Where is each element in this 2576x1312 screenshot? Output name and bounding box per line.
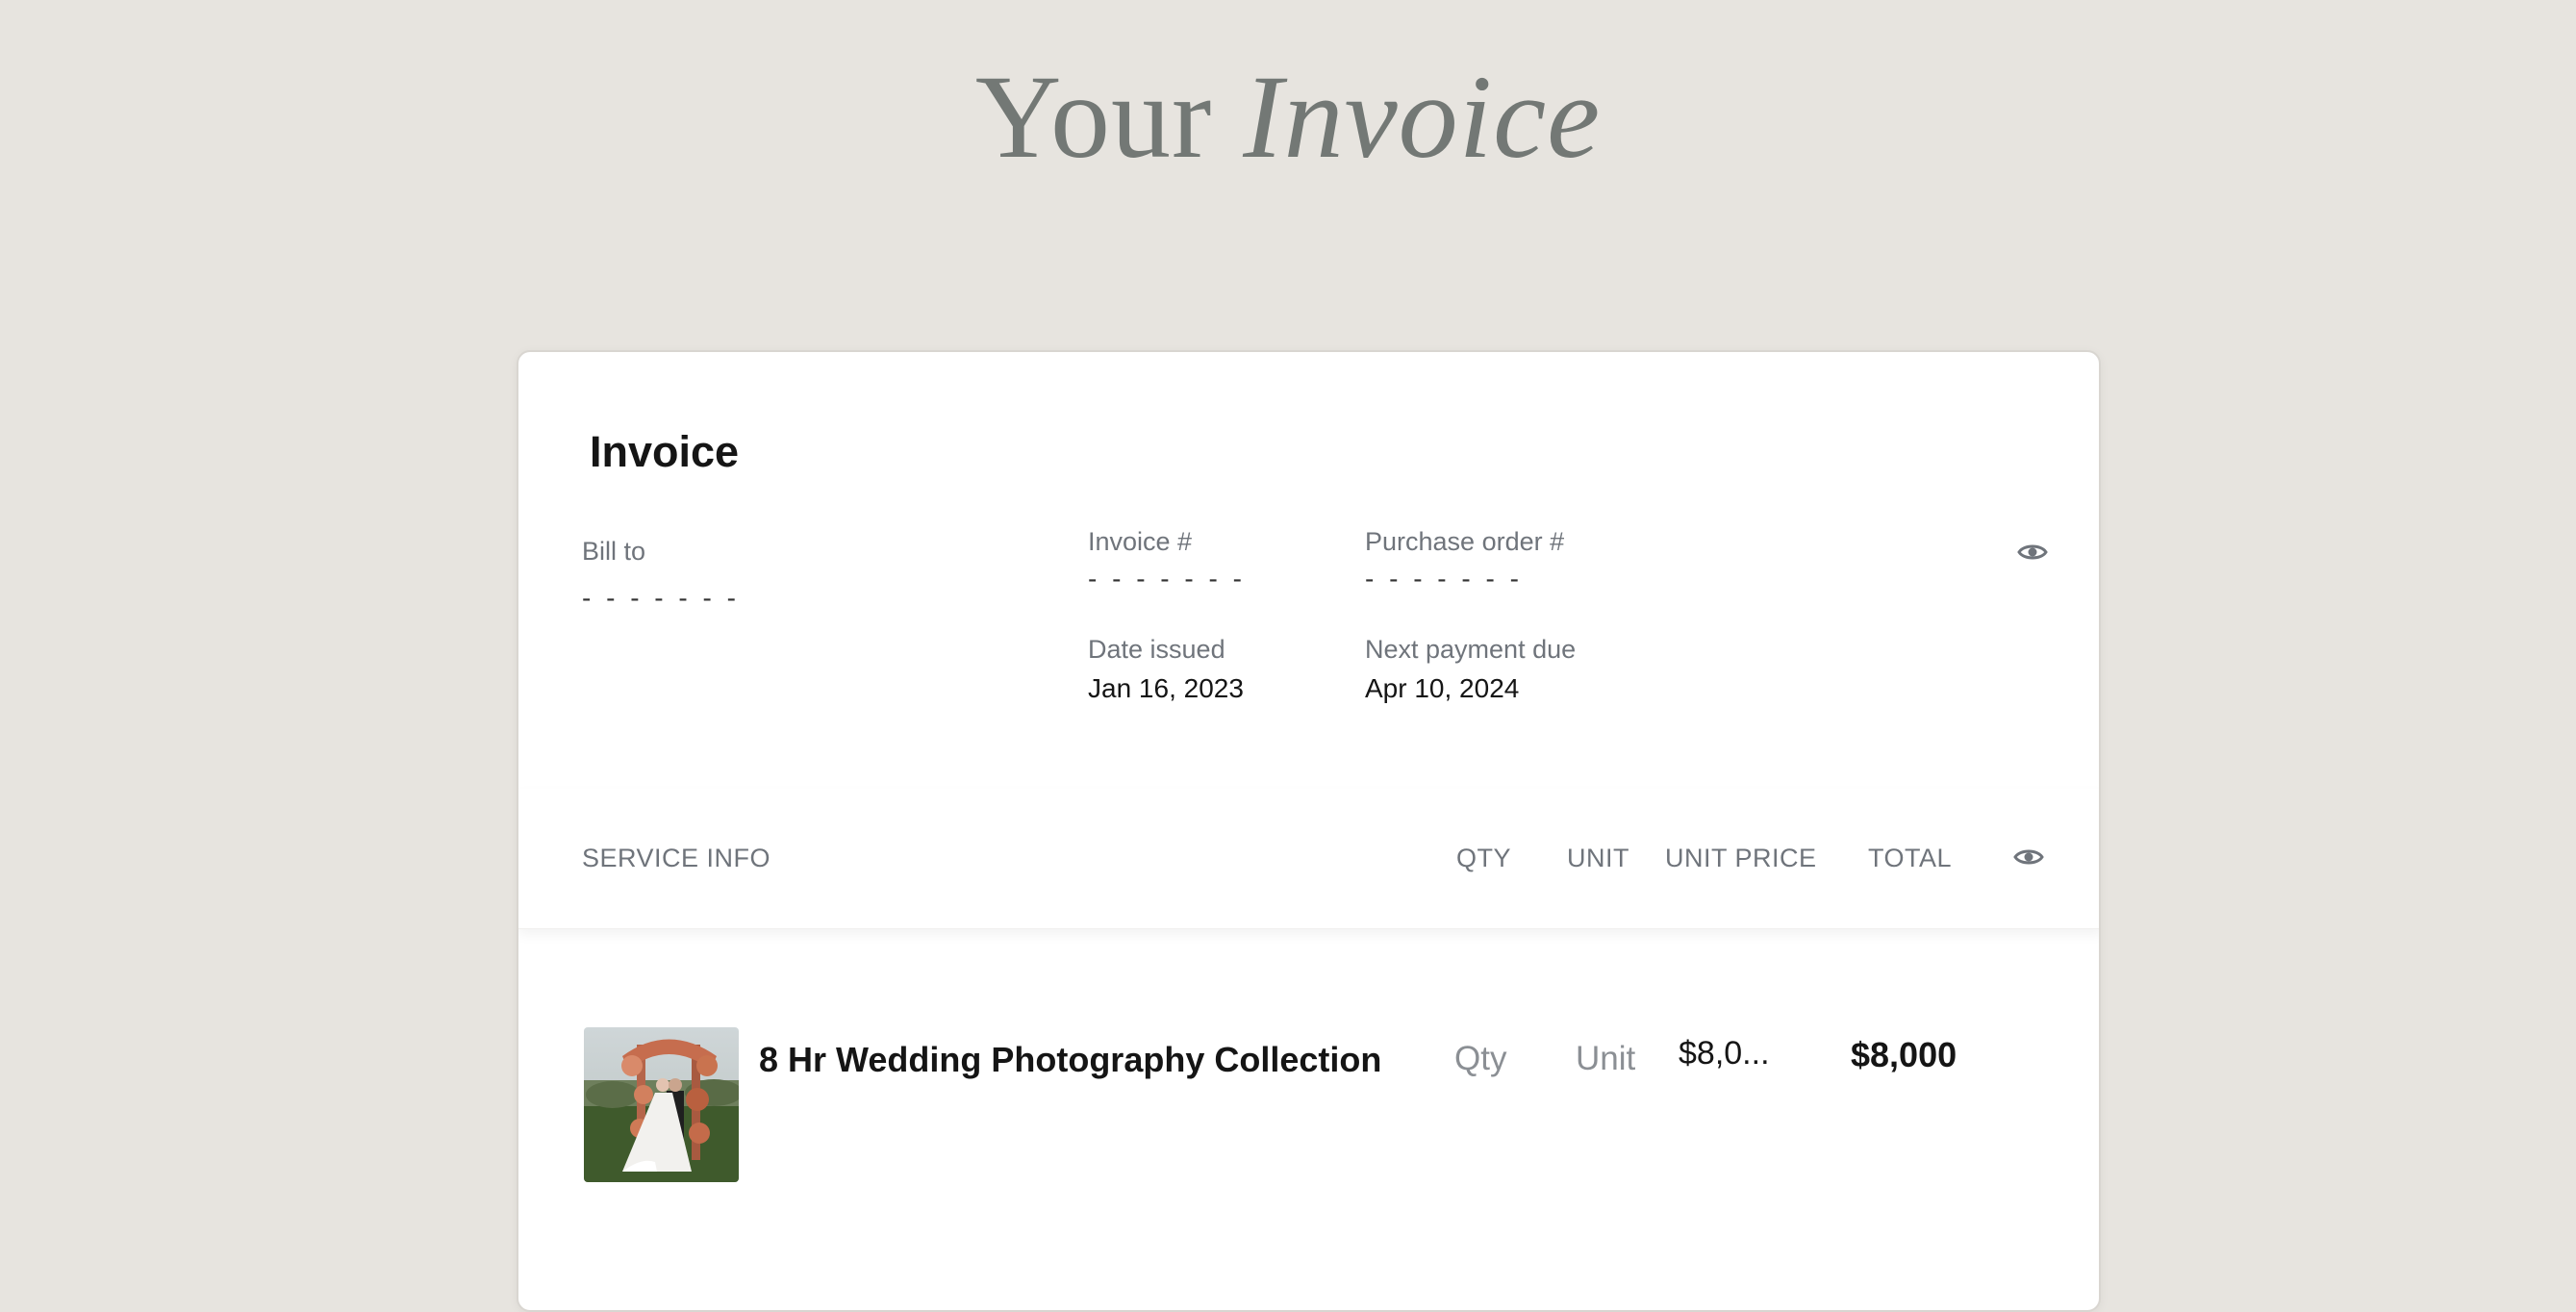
bill-to-value[interactable]: - - - - - - - <box>582 583 740 614</box>
column-service-info: SERVICE INFO <box>582 844 771 872</box>
invoice-card: Invoice Bill to - - - - - - - Invoice # … <box>517 350 2101 1312</box>
page-title-italic: Invoice <box>1243 51 1602 183</box>
service-thumbnail <box>584 1027 739 1182</box>
next-payment-value: Apr 10, 2024 <box>1365 673 1520 703</box>
column-unit-price: UNIT PRICE <box>1665 844 1817 872</box>
unit-price-input[interactable]: $8,0... <box>1679 1035 1770 1072</box>
table-header: SERVICE INFO QTY UNIT UNIT PRICE TOTAL <box>518 789 2099 929</box>
date-issued-value: Jan 16, 2023 <box>1088 673 1244 703</box>
purchase-order-value[interactable]: - - - - - - - <box>1365 564 1523 594</box>
invoice-heading: Invoice <box>590 427 740 476</box>
date-issued-label: Date issued <box>1088 635 1225 664</box>
column-total: TOTAL <box>1868 844 1953 872</box>
unit-input[interactable]: Unit <box>1576 1040 1635 1078</box>
eye-icon[interactable] <box>2017 542 2048 563</box>
invoice-number-label: Invoice # <box>1088 527 1193 556</box>
next-payment-label: Next payment due <box>1365 635 1577 664</box>
page-title-plain: Your <box>974 51 1213 183</box>
row-total: $8,000 <box>1851 1035 1957 1074</box>
column-unit: UNIT <box>1567 844 1629 872</box>
page-title: Your Invoice <box>0 40 2576 194</box>
invoice-number-value[interactable]: - - - - - - - <box>1088 564 1246 594</box>
column-qty: QTY <box>1456 844 1512 872</box>
qty-input[interactable]: Qty <box>1454 1040 1506 1078</box>
eye-icon[interactable] <box>2013 846 2044 868</box>
purchase-order-label: Purchase order # <box>1365 527 1565 556</box>
service-name[interactable]: 8 Hr Wedding Photography Collection <box>759 1040 1381 1080</box>
bill-to-label: Bill to <box>582 537 646 566</box>
